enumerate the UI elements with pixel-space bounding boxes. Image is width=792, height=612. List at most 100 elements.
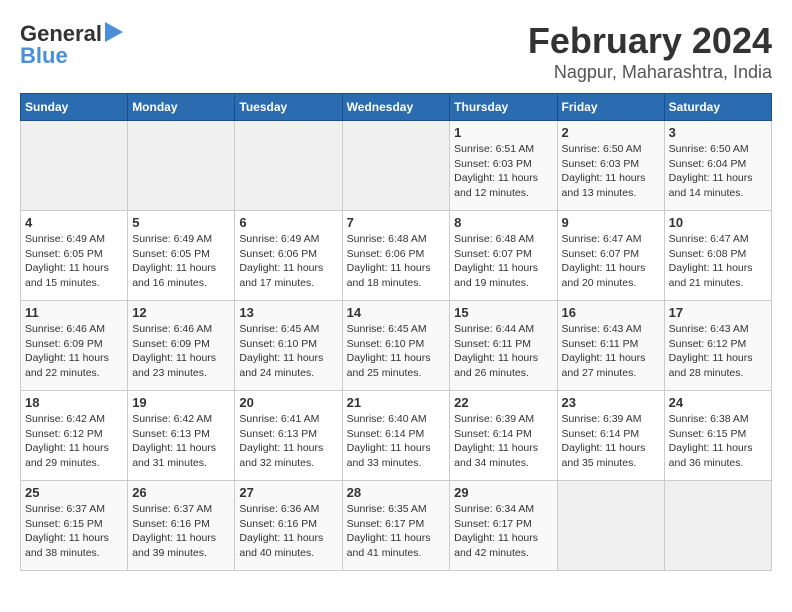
calendar-cell: 20 Sunrise: 6:41 AM Sunset: 6:13 PM Dayli… [235,391,342,481]
day-info: Sunrise: 6:51 AM Sunset: 6:03 PM Dayligh… [454,142,552,201]
calendar-cell: 24 Sunrise: 6:38 AM Sunset: 6:15 PM Dayli… [664,391,771,481]
day-number: 11 [25,305,123,320]
calendar-cell: 13 Sunrise: 6:45 AM Sunset: 6:10 PM Dayli… [235,301,342,391]
calendar-title-section: February 2024 Nagpur, Maharashtra, India [528,20,772,83]
day-info: Sunrise: 6:42 AM Sunset: 6:12 PM Dayligh… [25,412,123,471]
calendar-week-5: 25 Sunrise: 6:37 AM Sunset: 6:15 PM Dayli… [21,481,772,571]
day-number: 12 [132,305,230,320]
day-number: 25 [25,485,123,500]
day-info: Sunrise: 6:36 AM Sunset: 6:16 PM Dayligh… [239,502,337,561]
day-info: Sunrise: 6:49 AM Sunset: 6:06 PM Dayligh… [239,232,337,291]
calendar-cell: 15 Sunrise: 6:44 AM Sunset: 6:11 PM Dayli… [450,301,557,391]
day-number: 17 [669,305,767,320]
day-number: 1 [454,125,552,140]
calendar-header-sunday: Sunday [21,94,128,121]
day-number: 2 [562,125,660,140]
calendar-header-tuesday: Tuesday [235,94,342,121]
calendar-cell: 29 Sunrise: 6:34 AM Sunset: 6:17 PM Dayli… [450,481,557,571]
calendar-cell: 4 Sunrise: 6:49 AM Sunset: 6:05 PM Daylig… [21,211,128,301]
calendar-week-3: 11 Sunrise: 6:46 AM Sunset: 6:09 PM Dayli… [21,301,772,391]
calendar-cell: 9 Sunrise: 6:47 AM Sunset: 6:07 PM Daylig… [557,211,664,301]
calendar-cell [21,121,128,211]
day-number: 8 [454,215,552,230]
day-info: Sunrise: 6:50 AM Sunset: 6:04 PM Dayligh… [669,142,767,201]
calendar-body: 1 Sunrise: 6:51 AM Sunset: 6:03 PM Daylig… [21,121,772,571]
day-number: 18 [25,395,123,410]
day-number: 21 [347,395,446,410]
day-number: 24 [669,395,767,410]
day-info: Sunrise: 6:38 AM Sunset: 6:15 PM Dayligh… [669,412,767,471]
day-info: Sunrise: 6:34 AM Sunset: 6:17 PM Dayligh… [454,502,552,561]
calendar-cell: 28 Sunrise: 6:35 AM Sunset: 6:17 PM Dayli… [342,481,450,571]
calendar-subtitle: Nagpur, Maharashtra, India [528,62,772,83]
day-number: 3 [669,125,767,140]
calendar-cell: 23 Sunrise: 6:39 AM Sunset: 6:14 PM Dayli… [557,391,664,481]
calendar-header-monday: Monday [128,94,235,121]
day-info: Sunrise: 6:44 AM Sunset: 6:11 PM Dayligh… [454,322,552,381]
day-info: Sunrise: 6:37 AM Sunset: 6:16 PM Dayligh… [132,502,230,561]
calendar-cell: 3 Sunrise: 6:50 AM Sunset: 6:04 PM Daylig… [664,121,771,211]
calendar-cell: 7 Sunrise: 6:48 AM Sunset: 6:06 PM Daylig… [342,211,450,301]
day-number: 26 [132,485,230,500]
calendar-cell: 22Sunrise: 6:39 AM Sunset: 6:14 PM Dayli… [450,391,557,481]
calendar-cell [235,121,342,211]
calendar-week-1: 1 Sunrise: 6:51 AM Sunset: 6:03 PM Daylig… [21,121,772,211]
calendar-cell: 25 Sunrise: 6:37 AM Sunset: 6:15 PM Dayli… [21,481,128,571]
day-info: Sunrise: 6:49 AM Sunset: 6:05 PM Dayligh… [25,232,123,291]
day-number: 19 [132,395,230,410]
calendar-cell: 1 Sunrise: 6:51 AM Sunset: 6:03 PM Daylig… [450,121,557,211]
day-info: Sunrise: 6:48 AM Sunset: 6:06 PM Dayligh… [347,232,446,291]
calendar-header-thursday: Thursday [450,94,557,121]
day-number: 9 [562,215,660,230]
day-number: 16 [562,305,660,320]
calendar-title: February 2024 [528,20,772,62]
calendar-cell: 21 Sunrise: 6:40 AM Sunset: 6:14 PM Dayli… [342,391,450,481]
day-info: Sunrise: 6:39 AM Sunset: 6:14 PM Dayligh… [562,412,660,471]
day-number: 28 [347,485,446,500]
calendar-cell: 17Sunrise: 6:43 AM Sunset: 6:12 PM Dayli… [664,301,771,391]
day-info: Sunrise: 6:46 AM Sunset: 6:09 PM Dayligh… [25,322,123,381]
day-number: 13 [239,305,337,320]
logo: General Blue [20,20,123,69]
day-info: Sunrise: 6:35 AM Sunset: 6:17 PM Dayligh… [347,502,446,561]
calendar-header-saturday: Saturday [664,94,771,121]
day-info: Sunrise: 6:45 AM Sunset: 6:10 PM Dayligh… [239,322,337,381]
day-info: Sunrise: 6:49 AM Sunset: 6:05 PM Dayligh… [132,232,230,291]
day-info: Sunrise: 6:48 AM Sunset: 6:07 PM Dayligh… [454,232,552,291]
day-number: 5 [132,215,230,230]
calendar-week-4: 18 Sunrise: 6:42 AM Sunset: 6:12 PM Dayli… [21,391,772,481]
calendar-week-2: 4 Sunrise: 6:49 AM Sunset: 6:05 PM Daylig… [21,211,772,301]
calendar-cell: 11 Sunrise: 6:46 AM Sunset: 6:09 PM Dayli… [21,301,128,391]
calendar-cell [557,481,664,571]
calendar-cell: 19 Sunrise: 6:42 AM Sunset: 6:13 PM Dayli… [128,391,235,481]
day-number: 4 [25,215,123,230]
calendar-cell [342,121,450,211]
calendar-cell: 14 Sunrise: 6:45 AM Sunset: 6:10 PM Dayli… [342,301,450,391]
day-info: Sunrise: 6:47 AM Sunset: 6:08 PM Dayligh… [669,232,767,291]
day-number: 29 [454,485,552,500]
day-number: 20 [239,395,337,410]
calendar-cell: 2 Sunrise: 6:50 AM Sunset: 6:03 PM Daylig… [557,121,664,211]
day-info: Sunrise: 6:45 AM Sunset: 6:10 PM Dayligh… [347,322,446,381]
day-number: 7 [347,215,446,230]
day-info: Sunrise: 6:46 AM Sunset: 6:09 PM Dayligh… [132,322,230,381]
day-info: Sunrise: 6:47 AM Sunset: 6:07 PM Dayligh… [562,232,660,291]
day-number: 14 [347,305,446,320]
day-number: 15 [454,305,552,320]
day-info: Sunrise: 6:37 AM Sunset: 6:15 PM Dayligh… [25,502,123,561]
logo-arrow-icon [105,22,123,47]
calendar-cell: 16 Sunrise: 6:43 AM Sunset: 6:11 PM Dayli… [557,301,664,391]
calendar-cell: 12 Sunrise: 6:46 AM Sunset: 6:09 PM Dayli… [128,301,235,391]
day-info: Sunrise: 6:40 AM Sunset: 6:14 PM Dayligh… [347,412,446,471]
day-info: Sunrise: 6:43 AM Sunset: 6:11 PM Dayligh… [562,322,660,381]
calendar-cell: 18 Sunrise: 6:42 AM Sunset: 6:12 PM Dayli… [21,391,128,481]
day-number: 10 [669,215,767,230]
logo-blue-text: Blue [20,43,68,69]
calendar-cell: 26 Sunrise: 6:37 AM Sunset: 6:16 PM Dayli… [128,481,235,571]
calendar-cell [664,481,771,571]
day-info: Sunrise: 6:50 AM Sunset: 6:03 PM Dayligh… [562,142,660,201]
calendar-cell [128,121,235,211]
day-number: 23 [562,395,660,410]
day-info: Sunrise: 6:42 AM Sunset: 6:13 PM Dayligh… [132,412,230,471]
day-info: Sunrise: 6:41 AM Sunset: 6:13 PM Dayligh… [239,412,337,471]
